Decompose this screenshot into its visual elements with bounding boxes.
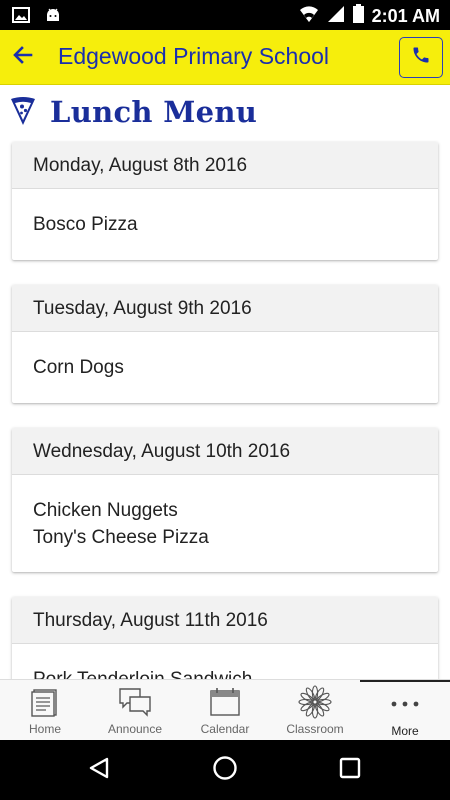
page-title: Lunch Menu bbox=[50, 95, 258, 129]
menu-day-card: Wednesday, August 10th 2016 Chicken Nugg… bbox=[12, 428, 438, 572]
menu-item: Pork Tenderloin Sandwich bbox=[33, 666, 417, 679]
bottom-nav: Home Announce Calendar Classroom More bbox=[0, 679, 450, 740]
menu-day-date: Monday, August 8th 2016 bbox=[12, 142, 438, 189]
chat-bubbles-icon bbox=[90, 685, 180, 719]
app-bar: Edgewood Primary School bbox=[0, 30, 450, 85]
menu-item: Chicken Nuggets bbox=[33, 500, 178, 521]
nav-announce[interactable]: Announce bbox=[90, 680, 180, 741]
document-icon bbox=[0, 685, 90, 719]
back-triangle-icon bbox=[87, 756, 111, 785]
signal-icon bbox=[327, 5, 345, 28]
wifi-icon bbox=[299, 5, 319, 28]
system-nav-bar bbox=[0, 740, 450, 800]
arrow-left-icon bbox=[11, 43, 35, 72]
nav-label: Announce bbox=[107, 722, 163, 736]
image-icon bbox=[12, 6, 30, 29]
menu-day-card: Tuesday, August 9th 2016 Corn Dogs bbox=[12, 285, 438, 403]
menu-day-date: Tuesday, August 9th 2016 bbox=[12, 285, 438, 332]
calendar-icon bbox=[180, 685, 270, 719]
nav-label: Classroom bbox=[286, 722, 344, 736]
recents-square-icon bbox=[339, 757, 361, 784]
menu-item: Bosco Pizza bbox=[33, 214, 138, 235]
android-icon bbox=[44, 6, 62, 29]
system-recents-button[interactable] bbox=[334, 754, 366, 786]
menu-item: Corn Dogs bbox=[33, 357, 124, 378]
nav-label: Home bbox=[28, 722, 61, 736]
system-back-button[interactable] bbox=[83, 754, 115, 786]
nav-more[interactable]: More bbox=[360, 680, 450, 741]
nav-label: More bbox=[391, 724, 419, 738]
call-button[interactable] bbox=[399, 37, 443, 78]
menu-day-date: Thursday, August 11th 2016 bbox=[12, 597, 438, 644]
nav-home[interactable]: Home bbox=[0, 680, 90, 741]
nav-calendar[interactable]: Calendar bbox=[180, 680, 270, 741]
nav-classroom[interactable]: Classroom bbox=[270, 680, 360, 741]
back-button[interactable] bbox=[6, 40, 40, 74]
flower-icon bbox=[270, 685, 360, 719]
menu-day-date: Wednesday, August 10th 2016 bbox=[12, 428, 438, 475]
app-title: Edgewood Primary School bbox=[58, 43, 330, 69]
system-home-button[interactable] bbox=[209, 754, 241, 786]
status-bar: 2:01 AM bbox=[0, 0, 450, 30]
page-header: Lunch Menu bbox=[0, 85, 450, 140]
status-time: 2:01 AM bbox=[371, 5, 440, 26]
menu-list[interactable]: Monday, August 8th 2016 Bosco Pizza Tues… bbox=[0, 140, 450, 679]
nav-label: Calendar bbox=[200, 722, 250, 736]
phone-icon bbox=[411, 45, 431, 70]
menu-day-card: Thursday, August 11th 2016 Pork Tenderlo… bbox=[12, 597, 438, 679]
battery-icon bbox=[352, 4, 364, 28]
menu-day-card: Monday, August 8th 2016 Bosco Pizza bbox=[12, 142, 438, 260]
home-circle-icon bbox=[212, 755, 238, 786]
more-dots-icon bbox=[360, 687, 450, 721]
pizza-icon bbox=[10, 96, 36, 131]
menu-item: Tony's Cheese Pizza bbox=[33, 527, 209, 548]
